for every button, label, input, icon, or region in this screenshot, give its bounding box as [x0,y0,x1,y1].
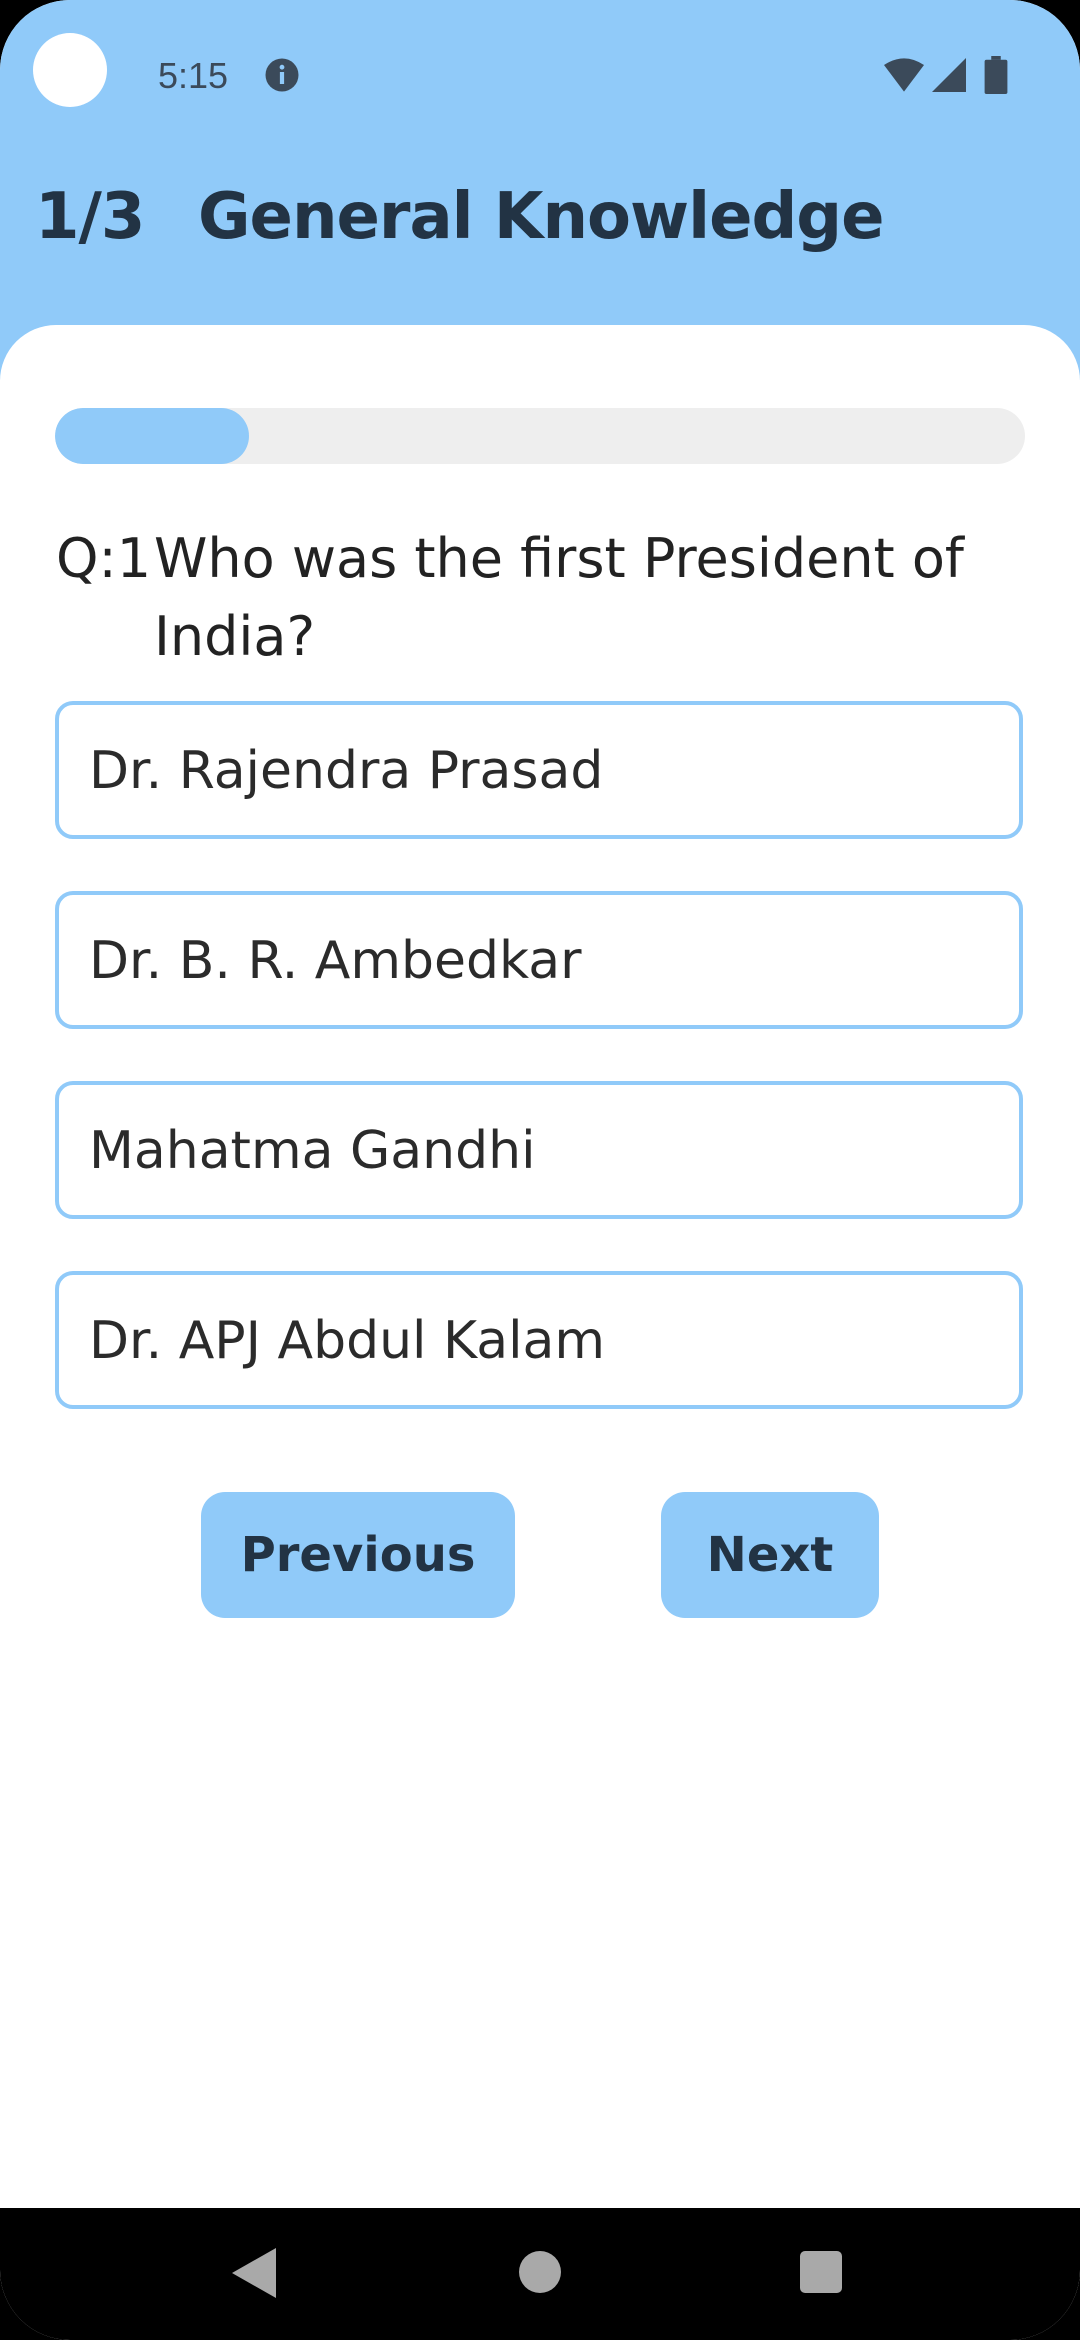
battery-icon [984,56,1008,94]
option-3[interactable]: Mahatma Gandhi [55,1081,1023,1219]
navigation-bar [0,2208,1080,2340]
next-button[interactable]: Next [661,1492,879,1618]
option-2[interactable]: Dr. B. R. Ambedkar [55,891,1023,1029]
option-4[interactable]: Dr. APJ Abdul Kalam [55,1271,1023,1409]
recents-icon[interactable] [800,2251,842,2293]
option-1[interactable]: Dr. Rajendra Prasad [55,701,1023,839]
question-number: Q:1 [56,527,152,590]
previous-button[interactable]: Previous [201,1492,515,1618]
question-counter: 1/3 [35,180,145,254]
option-label: Dr. APJ Abdul Kalam [89,1311,606,1371]
status-time: 5:15 [158,55,229,96]
app-screen: 5:15 1/3 General Knowledge Q:1 Who was t… [0,0,1080,2340]
camera-cutout [33,33,107,107]
back-icon[interactable] [232,2248,276,2298]
option-label: Dr. Rajendra Prasad [89,741,604,801]
home-icon[interactable] [519,2251,561,2293]
question-text: Who was the first President of India? [154,527,964,668]
quiz-title: General Knowledge [198,180,884,254]
info-icon [265,58,299,92]
app-header: 5:15 1/3 General Knowledge [0,0,1080,380]
option-label: Dr. B. R. Ambedkar [89,931,582,991]
signal-icon [932,58,966,92]
option-label: Mahatma Gandhi [89,1121,536,1181]
progress-bar [55,408,1025,464]
status-bar: 5:15 [0,0,1080,150]
wifi-icon [884,58,924,92]
progress-fill [55,408,249,464]
